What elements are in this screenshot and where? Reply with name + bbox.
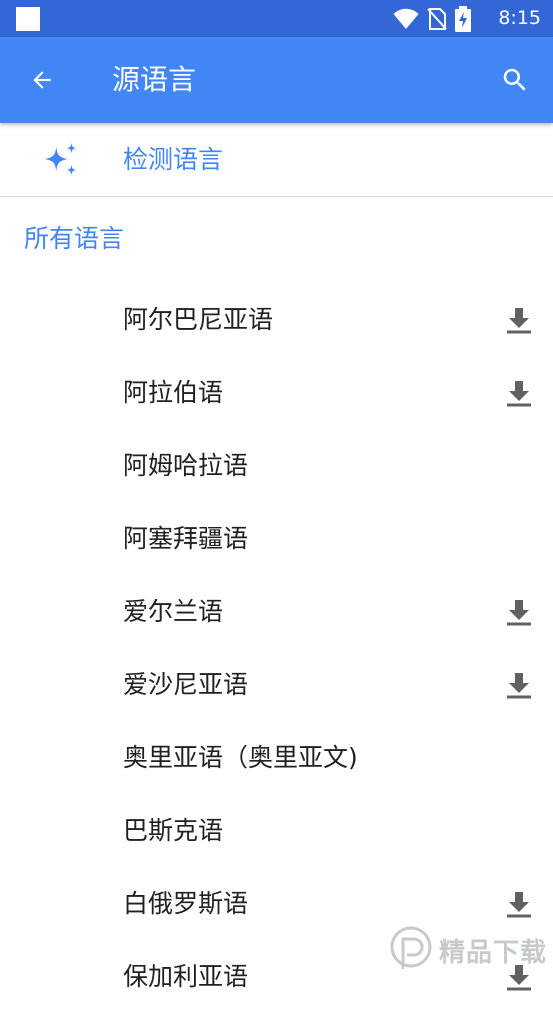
- section-header-all-languages: 所有语言: [24, 224, 125, 253]
- download-button[interactable]: [501, 884, 537, 924]
- detect-language-label: 检测语言: [123, 145, 224, 174]
- status-time: 8:15: [498, 7, 541, 29]
- language-label: 保加利亚语: [123, 962, 249, 991]
- download-button[interactable]: [501, 373, 537, 413]
- list-item[interactable]: 巴斯克语: [0, 794, 553, 867]
- download-button[interactable]: [501, 300, 537, 340]
- download-icon: [507, 600, 531, 626]
- wifi-icon: [393, 8, 419, 29]
- no-sim-icon: [427, 8, 447, 30]
- back-button[interactable]: [18, 56, 66, 104]
- battery-charging-icon: [455, 6, 471, 32]
- download-button[interactable]: [501, 665, 537, 705]
- language-label: 阿尔巴尼亚语: [123, 305, 274, 334]
- app-bar: 源语言: [0, 37, 553, 123]
- watermark-logo-icon: [390, 926, 432, 969]
- status-icons: [393, 6, 471, 32]
- language-label: 奥里亚语（奥里亚文): [123, 743, 358, 772]
- download-icon: [507, 381, 531, 407]
- watermark-text: 精品下载: [439, 937, 548, 968]
- download-icon: [507, 673, 531, 699]
- search-button[interactable]: [491, 56, 539, 104]
- language-label: 阿姆哈拉语: [123, 451, 249, 480]
- watermark: 精品下载: [389, 921, 549, 979]
- list-item[interactable]: 爱沙尼亚语: [0, 648, 553, 721]
- download-icon: [507, 892, 531, 918]
- list-item[interactable]: 奥里亚语（奥里亚文): [0, 721, 553, 794]
- search-icon: [503, 68, 526, 91]
- sparkle-icon: [44, 142, 77, 176]
- list-item[interactable]: 阿塞拜疆语: [0, 502, 553, 575]
- language-label: 白俄罗斯语: [123, 889, 249, 918]
- download-icon: [507, 308, 531, 334]
- list-item[interactable]: 阿尔巴尼亚语: [0, 283, 553, 356]
- language-label: 阿拉伯语: [123, 378, 224, 407]
- language-label: 爱尔兰语: [123, 597, 224, 626]
- download-button[interactable]: [501, 592, 537, 632]
- notification-icon: [16, 7, 40, 31]
- page-title: 源语言: [112, 63, 197, 96]
- list-item[interactable]: 阿姆哈拉语: [0, 429, 553, 502]
- language-label: 阿塞拜疆语: [123, 524, 249, 553]
- list-item[interactable]: 阿拉伯语: [0, 356, 553, 429]
- detect-language-item[interactable]: 检测语言: [0, 123, 553, 197]
- status-bar: 8:15: [0, 0, 553, 37]
- language-label: 巴斯克语: [123, 816, 224, 845]
- language-label: 爱沙尼亚语: [123, 670, 249, 699]
- list-item[interactable]: 爱尔兰语: [0, 575, 553, 648]
- language-list: 阿尔巴尼亚语 阿拉伯语 阿姆哈拉语 阿塞拜疆语 爱尔兰语 爱沙尼亚语 奥里亚语（…: [0, 283, 553, 1013]
- arrow-back-icon: [33, 71, 51, 89]
